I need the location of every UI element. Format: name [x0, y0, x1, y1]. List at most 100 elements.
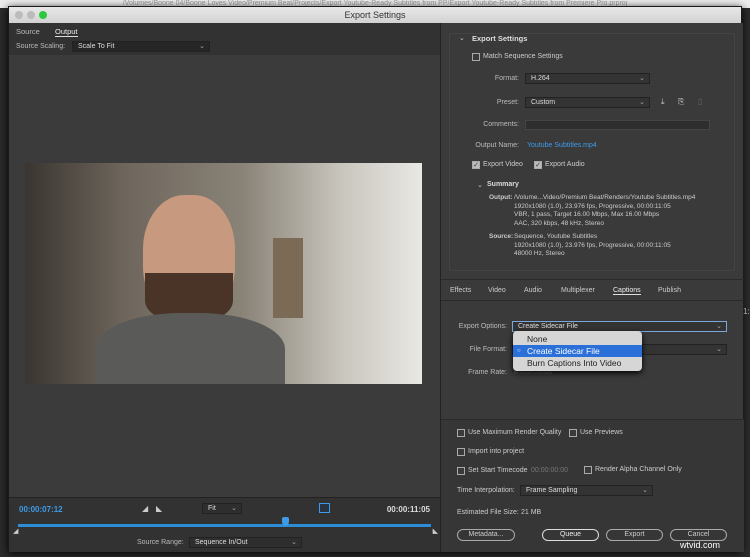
comments-input[interactable] — [525, 120, 710, 130]
summary-line: 1920x1080 (1.0), 23.976 fps, Progressive… — [514, 202, 671, 210]
export-settings-window: Export Settings Source Output Source Sca… — [8, 6, 744, 552]
comments-label: Comments: — [483, 121, 519, 128]
output-name-link[interactable]: Youtube Subtitles.mp4 — [527, 142, 597, 149]
tab-output[interactable]: Output — [55, 27, 78, 37]
zoom-button[interactable] — [39, 11, 47, 19]
export-video-checkbox[interactable]: ✓ — [472, 161, 480, 169]
match-sequence-checkbox[interactable] — [472, 53, 480, 61]
chevron-down-icon: ⌄ — [231, 505, 237, 512]
source-range-value: Sequence In/Out — [195, 539, 248, 546]
import-project-label: Import into project — [468, 448, 525, 455]
current-timecode[interactable]: 00:00:07:12 — [19, 505, 63, 514]
tab-publish[interactable]: Publish — [658, 287, 681, 294]
summary-line: 48000 Hz, Stereo — [514, 250, 565, 257]
summary-title: Summary — [487, 181, 519, 188]
time-interpolation-label: Time Interpolation: — [457, 487, 515, 494]
menu-item-create-sidecar[interactable]: ○ Create Sidecar File — [513, 345, 642, 357]
source-scaling-dropdown[interactable]: Scale To Fit ⌄ — [72, 41, 210, 52]
time-interpolation-dropdown[interactable]: Frame Sampling ⌄ — [520, 485, 653, 496]
tab-multiplexer[interactable]: Multiplexer — [561, 287, 595, 294]
menu-item-none[interactable]: None — [513, 333, 642, 345]
close-button[interactable] — [15, 11, 23, 19]
queue-button[interactable]: Queue — [542, 529, 599, 541]
export-audio-label: Export Audio — [545, 161, 585, 168]
export-button[interactable]: Export — [606, 529, 663, 541]
chevron-down-icon: ⌄ — [716, 323, 722, 330]
tab-effects[interactable]: Effects — [450, 287, 471, 294]
start-timecode-label: Set Start Timecode — [468, 467, 528, 474]
max-render-checkbox[interactable] — [457, 429, 465, 437]
preset-label: Preset: — [496, 99, 519, 106]
preset-dropdown[interactable]: Custom ⌄ — [525, 97, 650, 108]
start-timecode-checkbox[interactable] — [457, 467, 465, 475]
tab-source[interactable]: Source — [16, 27, 40, 36]
summary-output-label: Output: — [489, 194, 513, 201]
render-alpha-checkbox[interactable] — [584, 466, 592, 474]
time-interpolation-value: Frame Sampling — [526, 487, 578, 494]
watermark: wtvid.com — [680, 540, 721, 550]
playhead-handle[interactable] — [281, 517, 289, 526]
source-range-dropdown[interactable]: Sequence In/Out ⌄ — [189, 537, 302, 548]
metadata-button[interactable]: Metadata... — [457, 529, 515, 541]
window-title: Export Settings — [344, 10, 406, 20]
tab-audio[interactable]: Audio — [524, 287, 542, 294]
menu-item-label: Create Sidecar File — [527, 346, 600, 356]
duration-timecode: 00:00:11:05 — [386, 505, 430, 514]
file-size-label: Estimated File Size: — [457, 509, 519, 516]
file-size-value: 21 MB — [521, 509, 542, 516]
import-preset-icon[interactable]: ⎘ — [678, 97, 684, 107]
export-options-label: Export Options: — [458, 323, 507, 330]
out-point-handle[interactable]: ◣ — [433, 527, 438, 535]
format-label: Format: — [494, 75, 519, 82]
frame-rate-label: Frame Rate: — [468, 369, 507, 376]
render-alpha-label: Render Alpha Channel Only — [595, 466, 682, 473]
menu-item-burn-captions[interactable]: Burn Captions Into Video — [513, 357, 642, 369]
summary-output: /Volume...Video/Premium Beat/Renders/You… — [514, 194, 695, 228]
section-title: Export Settings — [472, 34, 528, 43]
render-options: Use Maximum Render Quality Use Previews … — [441, 419, 744, 552]
preview-panel: Source Output Source Scaling: Scale To F… — [9, 23, 440, 552]
export-audio-checkbox[interactable]: ✓ — [534, 161, 542, 169]
export-options-value: Create Sidecar File — [518, 323, 578, 330]
title-bar: Export Settings — [9, 7, 741, 23]
chevron-down-icon: ⌄ — [642, 487, 648, 494]
shirt — [95, 313, 285, 384]
export-options-menu: None ○ Create Sidecar File Burn Captions … — [513, 331, 642, 371]
tab-captions[interactable]: Captions — [613, 287, 641, 295]
chevron-down-icon: ⌄ — [639, 99, 645, 106]
in-point-handle[interactable]: ◢ — [13, 527, 18, 535]
chevron-down-icon: ⌄ — [199, 43, 205, 50]
format-dropdown[interactable]: H.264 ⌄ — [525, 73, 650, 84]
summary-source-label: Source: — [489, 233, 514, 240]
source-range-label: Source Range: — [137, 539, 184, 546]
collapse-icon[interactable]: ⌄ — [459, 34, 465, 42]
video-preview — [25, 163, 422, 384]
aspect-toggle-icon[interactable] — [319, 503, 330, 513]
file-format-label: File Format: — [469, 346, 507, 353]
mark-out-icon[interactable]: ◣ — [156, 504, 162, 513]
tab-video[interactable]: Video — [488, 287, 506, 294]
chevron-down-icon: ⌄ — [639, 75, 645, 82]
minimize-button[interactable] — [27, 11, 35, 19]
use-previews-checkbox[interactable] — [569, 429, 577, 437]
background-fragment: 1: — [743, 307, 750, 316]
summary-line: VBR, 1 pass, Target 16.00 Mbps, Max 16.0… — [514, 211, 660, 218]
max-render-label: Use Maximum Render Quality — [468, 429, 562, 436]
timeline-scrubber[interactable] — [18, 524, 431, 527]
bookshelf — [273, 238, 303, 318]
zoom-dropdown[interactable]: Fit ⌄ — [202, 503, 242, 514]
start-timecode-value[interactable]: 00:00:00:00 — [531, 467, 568, 474]
mark-in-icon[interactable]: ◢ — [142, 504, 148, 513]
import-project-checkbox[interactable] — [457, 448, 465, 456]
settings-tabs: Effects Video Audio Multiplexer Captions… — [441, 279, 744, 301]
save-preset-icon[interactable]: ⤓ — [661, 97, 665, 107]
chevron-down-icon: ⌄ — [291, 539, 297, 546]
source-scaling-label: Source Scaling: — [16, 43, 66, 50]
preset-value: Custom — [531, 99, 556, 106]
summary-collapse-icon[interactable]: ⌄ — [477, 181, 483, 189]
source-scaling-value: Scale To Fit — [78, 43, 115, 50]
timeline-controls: 00:00:07:12 ◢ ◣ Fit ⌄ 00:00:11:05 ◢ ◣ Sou… — [9, 497, 440, 552]
summary-line: /Volume...Video/Premium Beat/Renders/You… — [514, 194, 696, 201]
summary-line: Sequence, Youtube Subtitles — [514, 233, 598, 240]
delete-preset-icon[interactable]: ▯ — [698, 97, 702, 106]
